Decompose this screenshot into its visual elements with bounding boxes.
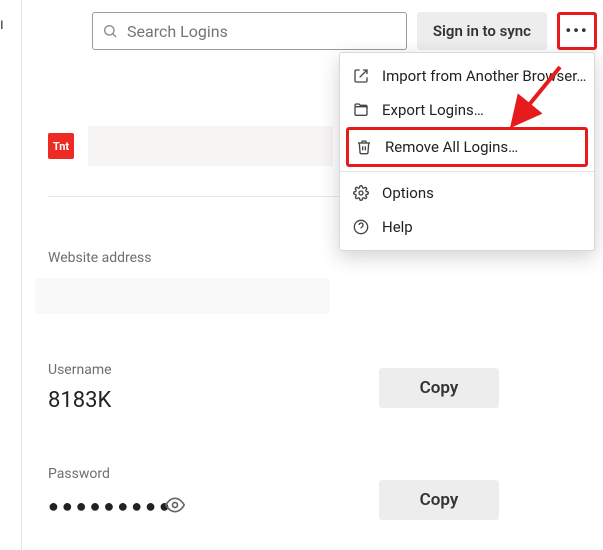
more-menu-button[interactable]: ••• (557, 12, 597, 50)
menu-item-label: Export Logins… (382, 101, 484, 119)
username-label: Username (48, 362, 112, 378)
menu-item-import[interactable]: Import from Another Browser… (340, 59, 594, 93)
copy-username-button[interactable]: Copy (379, 368, 499, 408)
reveal-password-button[interactable] (165, 495, 185, 515)
website-address-label: Website address (48, 250, 152, 266)
truncated-text: ו (0, 16, 4, 33)
menu-item-label: Help (382, 218, 413, 236)
import-icon (352, 67, 370, 85)
copy-password-button[interactable]: Copy (379, 480, 499, 520)
password-value-masked: ●●●●●●●●● (48, 496, 173, 517)
sign-in-to-sync-button[interactable]: Sign in to sync (417, 12, 547, 50)
login-header-row: Tnt (48, 126, 333, 166)
gear-icon (352, 184, 370, 202)
export-icon (352, 101, 370, 119)
username-value: 8183K (48, 388, 111, 413)
menu-item-label: Options (382, 184, 434, 202)
website-address-redacted (35, 278, 330, 314)
menu-item-export[interactable]: Export Logins… (340, 93, 594, 127)
menu-item-label: Remove All Logins… (385, 138, 518, 156)
trash-icon (355, 138, 373, 156)
search-wrap (92, 12, 407, 50)
menu-item-label: Import from Another Browser… (382, 67, 586, 85)
login-title-redacted (88, 126, 333, 166)
menu-item-help[interactable]: Help (340, 210, 594, 244)
menu-separator (340, 171, 594, 172)
search-input[interactable] (92, 12, 407, 50)
password-label: Password (48, 466, 110, 482)
menu-item-options[interactable]: Options (340, 176, 594, 210)
help-icon (352, 218, 370, 236)
more-menu-dropdown: Import from Another Browser… Export Logi… (339, 52, 595, 251)
menu-item-remove-all[interactable]: Remove All Logins… (346, 127, 588, 167)
site-favicon: Tnt (48, 133, 74, 159)
left-rail: ו (0, 0, 22, 550)
